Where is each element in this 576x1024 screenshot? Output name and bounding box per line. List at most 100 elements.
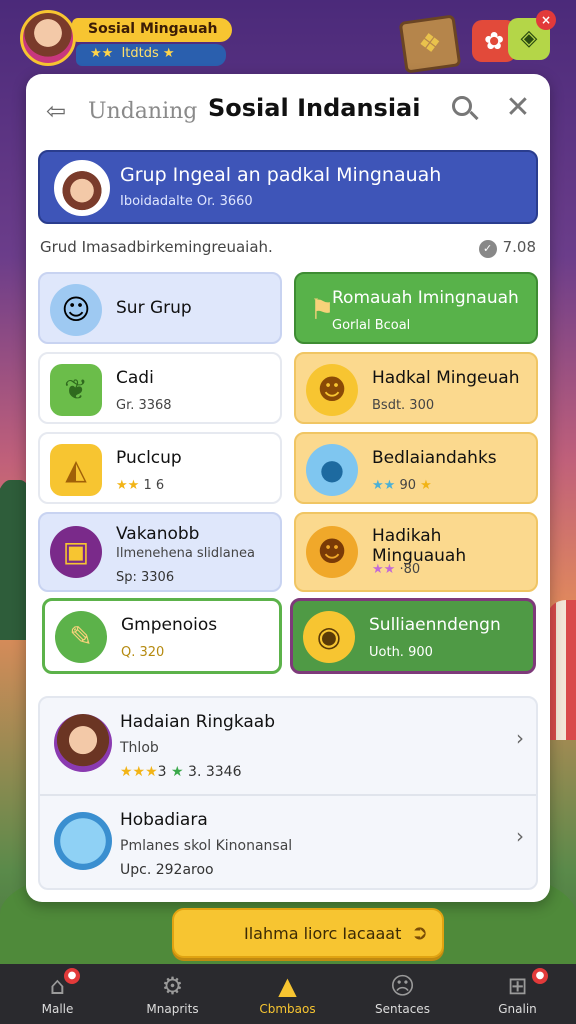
nav-label: Cbmbaos xyxy=(259,1002,316,1016)
owl-face-icon: ◉ xyxy=(303,611,355,663)
smiley-face-icon: ☻ xyxy=(306,364,358,416)
list-item-sub: Thlob xyxy=(120,740,159,756)
clock-icon: ✓ xyxy=(478,240,497,258)
profile-avatar[interactable] xyxy=(20,10,76,66)
panel-header: ⇦ Undaning Sosial Indansiai ✕ xyxy=(26,74,550,146)
profile-stars: ★★ xyxy=(90,46,114,61)
background-tent xyxy=(546,600,576,740)
card-sub: 1 6 xyxy=(143,478,165,493)
stars: ★★ xyxy=(372,478,396,493)
leaf-icon: ❦ xyxy=(50,364,102,416)
face-icon: ☹ xyxy=(389,972,416,1000)
banner-subtitle: Iboidadalte Or. 3660 xyxy=(120,194,253,209)
card-title: Hadkal Mingeuah xyxy=(372,368,520,388)
card-bedlaiandahks[interactable]: ● Bedlaiandahks ★★ 90 ★ xyxy=(294,432,538,504)
nav-badge: ● xyxy=(532,968,548,984)
card-puclcup[interactable]: ◭ Puclcup ★★ 1 6 xyxy=(38,432,282,504)
card-title: Bedlaiandahks xyxy=(372,448,497,468)
nav-item-tent[interactable]: ▲ Cbmbaos xyxy=(230,964,345,1024)
notification-badge: × xyxy=(536,10,556,30)
profile-name: Sosial Mingauah xyxy=(72,18,232,42)
info-count: ✓ 7.08 xyxy=(478,238,536,258)
nav-item-gamepad[interactable]: ⊞ Gnalin ● xyxy=(460,964,575,1024)
profile-widget[interactable]: Sosial Mingauah ★★ Itdtds ★ xyxy=(20,10,232,66)
nav-badge: ● xyxy=(64,968,80,984)
card-sub: Q. 320 xyxy=(121,645,165,660)
nav-label: Mnaprits xyxy=(146,1002,199,1016)
card-rating: ★★ 1 6 xyxy=(116,478,164,493)
search-icon[interactable] xyxy=(452,96,480,124)
list-item-rating: ★★★3 ★ 3. 3346 xyxy=(120,764,241,780)
nav-label: Sentaces xyxy=(375,1002,430,1016)
card-title: Sulliaenndengn xyxy=(369,615,501,635)
page-title: Sosial Indansiai xyxy=(208,94,421,122)
card-title: Cadi xyxy=(116,368,154,388)
list-item-sub: Pmlanes skol Kinonansal xyxy=(120,838,293,854)
gamepad-icon: ⊞ xyxy=(507,972,528,1000)
card-sub: Uoth. 900 xyxy=(369,645,433,660)
card-title: Hadikah Minguauah xyxy=(372,526,467,566)
profile-star-end: ★ xyxy=(162,46,175,61)
avatar xyxy=(54,714,112,772)
list-item-count-b: 3. 3346 xyxy=(188,764,242,780)
card-sub: Gorlal Bcoal xyxy=(332,318,411,333)
bottom-nav: ⌂ Malle ● ⚙ Mnaprits ▲ Cbmbaos ☹ Sentace… xyxy=(0,964,576,1024)
card-hadikah[interactable]: ☻ Hadikah Minguauah ★★ ·80 xyxy=(294,512,538,592)
card-sub: ·80 xyxy=(399,562,421,577)
group-banner[interactable]: Grup Ingeal an padkal Mingnauah Iboidada… xyxy=(38,150,538,224)
banner-title: Grup Ingeal an padkal Mingnauah xyxy=(120,164,442,186)
cheese-icon: ◭ xyxy=(50,444,102,496)
list-item-count-a: 3 xyxy=(157,764,167,780)
card-title: Vakanobb xyxy=(116,524,200,544)
nav-item-home[interactable]: ⌂ Malle ● xyxy=(0,964,115,1024)
profile-sub-label: Itdtds xyxy=(121,46,159,61)
info-row: Grud Imasadbirkemingreuaiah. ✓ 7.08 xyxy=(40,236,536,260)
info-text: Grud Imasadbirkemingreuaiah. xyxy=(40,238,273,256)
card-title: Romauah Imingnauah xyxy=(332,288,519,308)
gift-box-icon[interactable]: ❖ xyxy=(398,14,462,74)
nav-item-settings[interactable]: ⚙ Mnaprits xyxy=(115,964,230,1024)
list-item-sub2: Upc. 292aroo xyxy=(120,862,214,878)
back-arrow-icon: ⇦ xyxy=(46,97,67,125)
list-item-title: Hadaian Ringkaab xyxy=(120,712,276,732)
close-icon[interactable]: ✕ xyxy=(504,92,532,124)
settings-icon: ⚙ xyxy=(161,972,184,1000)
card-hadkal[interactable]: ☻ Hadkal Mingeuah Bsdt. 300 xyxy=(294,352,538,424)
cta-button[interactable]: Ilahma liorc Iacaaat ➲ xyxy=(172,908,444,958)
arrow-right-icon: ➲ xyxy=(411,920,428,944)
card-title: Gmpenoios xyxy=(121,615,218,635)
chevron-right-icon[interactable]: › xyxy=(516,726,524,750)
back-button[interactable]: ⇦ Undaning xyxy=(46,96,197,126)
stars: ★★ xyxy=(116,478,140,493)
card-sub: Bsdt. 300 xyxy=(372,398,435,413)
nav-label: Malle xyxy=(41,1002,74,1016)
lion-face-icon: ☻ xyxy=(306,526,358,578)
list-item[interactable]: Hobadiara Pmlanes skol Kinonansal Upc. 2… xyxy=(40,796,536,892)
back-label: Undaning xyxy=(88,98,198,124)
cta-label: Ilahma liorc Iacaaat xyxy=(244,924,402,943)
card-gmpenoios[interactable]: ✎ Gmpenoios Q. 320 xyxy=(42,598,282,674)
list-item[interactable]: Hadaian Ringkaab Thlob ★★★3 ★ 3. 3346 › xyxy=(40,698,536,796)
mask-icon: ▣ xyxy=(50,526,102,578)
banner-avatar xyxy=(54,160,110,216)
bubble-icon: ● xyxy=(306,444,358,496)
card-sur-grup[interactable]: ☺ Sur Grup xyxy=(38,272,282,344)
card-sulliaenndengn[interactable]: ◉ Sulliaenndengn Uoth. 900 xyxy=(290,598,536,674)
card-rating: ★★ ·80 xyxy=(372,562,420,577)
chat-icon[interactable]: ✿ ◈ × xyxy=(472,10,556,64)
card-sub: Gr. 3368 xyxy=(116,398,172,413)
card-sub: Ilmenehena slidlanea xyxy=(116,546,255,561)
chevron-right-icon[interactable]: › xyxy=(516,824,524,848)
card-romauah[interactable]: ⚑ Romauah Imingnauah Gorlal Bcoal xyxy=(294,272,538,344)
stars: ★★ xyxy=(372,562,396,577)
chat-bubble-icon xyxy=(54,812,112,870)
info-count-value: 7.08 xyxy=(502,238,536,256)
card-cadi[interactable]: ❦ Cadi Gr. 3368 xyxy=(38,352,282,424)
card-vakanobb[interactable]: ▣ Vakanobb Ilmenehena slidlanea Sp: 3306 xyxy=(38,512,282,592)
card-sub: 90 xyxy=(399,478,416,493)
list-item-title: Hobadiara xyxy=(120,810,208,830)
feather-icon: ✎ xyxy=(55,611,107,663)
nav-label: Gnalin xyxy=(498,1002,537,1016)
nav-item-face[interactable]: ☹ Sentaces xyxy=(345,964,460,1024)
stars: ★★★ xyxy=(120,764,158,780)
